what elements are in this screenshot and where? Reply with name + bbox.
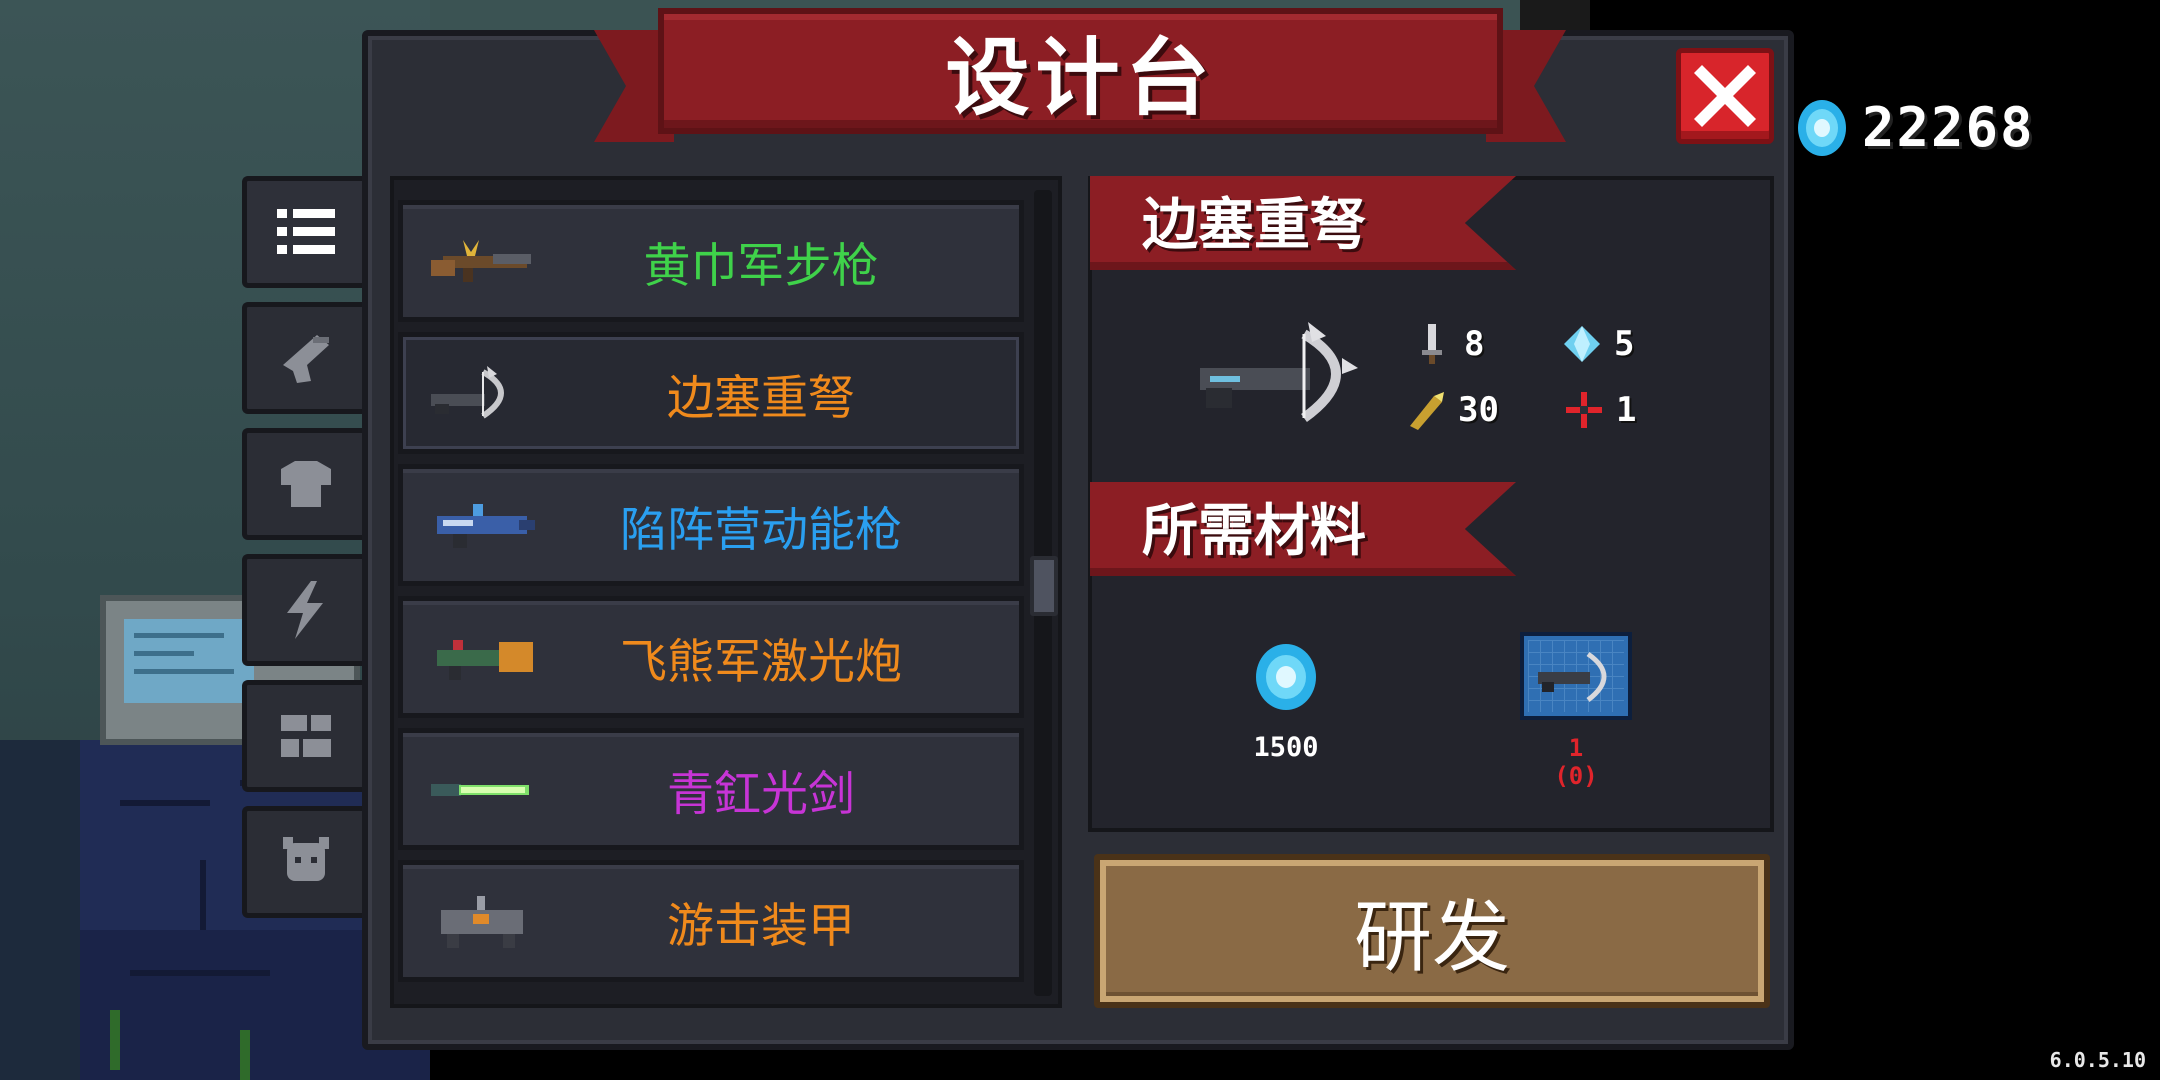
close-button[interactable] <box>1676 48 1774 144</box>
crossbow-icon <box>431 366 504 419</box>
blueprint-required: 1 <box>1568 734 1584 762</box>
item-name: 飞熊军激光炮 <box>620 634 902 690</box>
tab-armor[interactable] <box>242 428 364 540</box>
materials-header: 所需材料 <box>1142 499 1366 564</box>
rock-floor-edge <box>0 740 80 1080</box>
page-title: 设计台 <box>945 28 1216 127</box>
tab-weapons[interactable] <box>242 302 364 414</box>
parts-icon <box>280 715 331 757</box>
list-item[interactable]: 青釭光剑 <box>398 728 1024 850</box>
title-ribbon: 设计台 <box>658 8 1503 134</box>
research-label: 研发 <box>1353 893 1510 983</box>
weapon-name: 边塞重弩 <box>1142 193 1366 258</box>
version-label: 6.0.5.10 <box>2049 1048 2146 1072</box>
plant <box>110 1010 120 1070</box>
blueprint-material[interactable] <box>1520 632 1632 720</box>
crossbow-blueprint-icon <box>1538 651 1607 702</box>
list-item[interactable]: 黄巾军步枪 <box>398 200 1024 322</box>
rock-crack <box>200 860 206 930</box>
list-item[interactable]: 游击装甲 <box>398 860 1024 982</box>
mech-armor-icon <box>441 896 523 948</box>
gun-icon <box>282 335 329 383</box>
gem-balance: 22268 <box>1796 96 2035 159</box>
stat-value: 30 <box>1458 390 1499 430</box>
list-item[interactable]: 陷阵营动能枪 <box>398 464 1024 586</box>
stat-energy: 5 <box>1560 322 1634 366</box>
gem-icon <box>1256 644 1316 710</box>
rock-crack <box>120 800 210 806</box>
wall-block <box>1520 0 1590 34</box>
terminal-screen <box>124 619 254 703</box>
crossbow-icon <box>1200 322 1358 423</box>
sword-icon <box>1422 324 1442 364</box>
gem-icon <box>1798 99 1846 156</box>
stat-value: 1 <box>1616 390 1637 430</box>
stat-value: 5 <box>1614 324 1635 364</box>
bullet-icon <box>1410 392 1444 430</box>
blueprint-count: 1 (0) <box>1520 734 1632 790</box>
laser-cannon-icon <box>437 640 533 680</box>
list-item[interactable]: 飞熊军激光炮 <box>398 596 1024 718</box>
rock-crack <box>130 970 270 976</box>
tab-parts[interactable] <box>242 680 364 792</box>
item-name: 陷阵营动能枪 <box>620 502 902 558</box>
blueprint-owned: (0) <box>1554 762 1598 790</box>
lightning-icon <box>286 581 323 639</box>
tab-pets[interactable] <box>242 806 364 918</box>
armor-icon <box>280 461 331 507</box>
stat-ammo: 30 <box>1404 388 1499 432</box>
item-name: 游击装甲 <box>667 898 855 954</box>
tab-list[interactable] <box>242 176 364 288</box>
rifle-icon <box>431 240 531 282</box>
close-icon <box>1694 65 1756 127</box>
item-name: 黄巾军步枪 <box>643 238 879 294</box>
gem-cost: 1500 <box>1253 732 1319 763</box>
crosshair-icon <box>1566 392 1602 428</box>
list-icon <box>276 209 335 254</box>
energy-gun-icon <box>437 504 535 548</box>
energy-crystal-icon <box>1564 326 1600 362</box>
item-name: 边塞重弩 <box>667 370 855 426</box>
research-button[interactable]: 研发 <box>1094 854 1770 1008</box>
pet-icon <box>282 837 329 881</box>
stat-accuracy: 1 <box>1562 388 1636 432</box>
stat-value: 8 <box>1464 324 1485 364</box>
tab-skills[interactable] <box>242 554 364 666</box>
stat-damage: 8 <box>1410 322 1484 366</box>
list-scroll-thumb[interactable] <box>1030 556 1058 616</box>
item-name: 青釭光剑 <box>667 766 855 822</box>
list-item-selected[interactable]: 边塞重弩 <box>398 332 1024 454</box>
plant <box>240 1030 250 1080</box>
gem-count: 22268 <box>1862 96 2035 159</box>
lightsaber-icon <box>431 784 529 796</box>
